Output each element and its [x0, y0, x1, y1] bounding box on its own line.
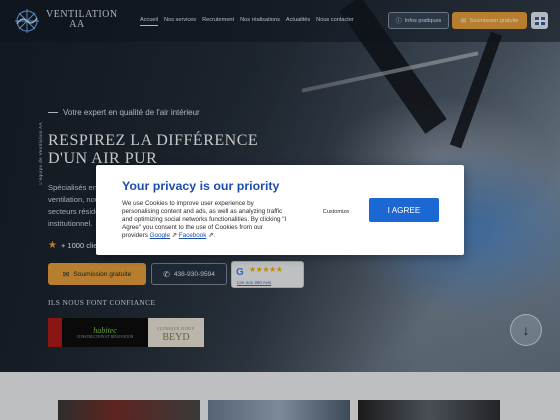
- external-link-icon: ⇗.: [206, 232, 216, 239]
- cookie-consent-dialog: Your privacy is our priority We use Cook…: [96, 165, 464, 255]
- cookie-body: We use Cookies to improve user experienc…: [122, 200, 290, 240]
- agree-button[interactable]: I AGREE: [369, 198, 439, 222]
- cookie-title: Your privacy is our priority: [122, 179, 280, 193]
- google-privacy-link[interactable]: Google: [150, 232, 170, 239]
- external-link-icon: ⇗: [169, 232, 179, 239]
- customize-button[interactable]: Customize: [306, 206, 366, 218]
- facebook-privacy-link[interactable]: Facebook: [179, 232, 207, 239]
